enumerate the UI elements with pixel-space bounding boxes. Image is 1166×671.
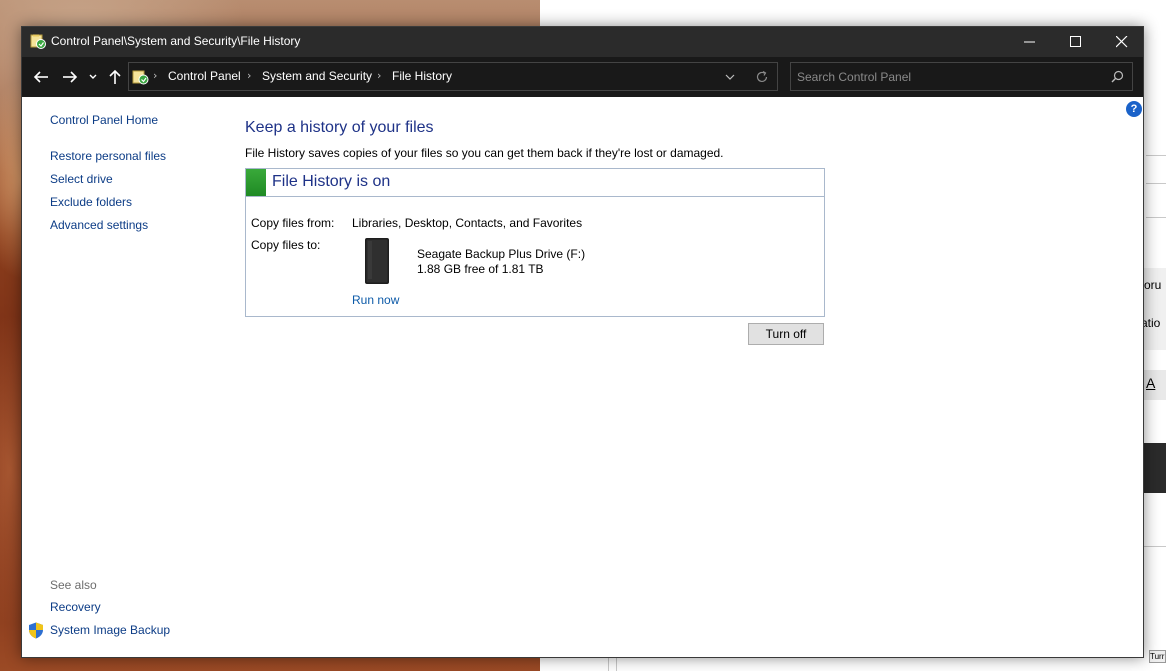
drive-name: Seagate Backup Plus Drive (F:) bbox=[417, 247, 586, 261]
close-icon bbox=[1116, 36, 1128, 48]
chevron-down-icon[interactable] bbox=[87, 68, 99, 86]
page-description: File History saves copies of your files … bbox=[245, 146, 724, 160]
refresh-icon[interactable] bbox=[755, 70, 769, 84]
breadcrumb-separator: › bbox=[153, 69, 158, 82]
breadcrumb-control-panel[interactable]: Control Panel bbox=[168, 69, 241, 83]
minimize-icon bbox=[1024, 41, 1035, 43]
drive-space: 1.88 GB free of 1.81 TB bbox=[417, 262, 544, 276]
status-panel: File History is on Copy files from: Libr… bbox=[245, 168, 825, 317]
search-box[interactable] bbox=[790, 62, 1133, 91]
window-title: Control Panel\System and Security\File H… bbox=[51, 34, 301, 48]
file-history-icon bbox=[30, 34, 46, 49]
arrow-up-icon[interactable] bbox=[106, 68, 124, 86]
breadcrumb-separator[interactable]: › bbox=[247, 69, 251, 82]
search-input[interactable] bbox=[797, 67, 1097, 87]
turn-off-button[interactable]: Turn off bbox=[748, 323, 824, 345]
bg-divider bbox=[1146, 155, 1166, 156]
copy-from-value: Libraries, Desktop, Contacts, and Favori… bbox=[352, 216, 583, 230]
control-panel-home-link[interactable]: Control Panel Home bbox=[50, 113, 158, 127]
arrow-left-icon[interactable] bbox=[32, 68, 50, 86]
page-title: Keep a history of your files bbox=[245, 119, 434, 136]
minimize-button[interactable] bbox=[1007, 27, 1053, 57]
copy-to-label: Copy files to: bbox=[251, 238, 321, 252]
maximize-icon bbox=[1070, 36, 1081, 47]
external-drive-icon bbox=[365, 238, 389, 284]
breadcrumb-file-history[interactable]: File History bbox=[392, 69, 452, 83]
file-history-window: Control Panel\System and Security\File H… bbox=[21, 26, 1144, 658]
copy-from-label: Copy files from: bbox=[251, 216, 335, 230]
bg-line bbox=[1144, 546, 1166, 547]
chevron-down-icon[interactable] bbox=[725, 73, 735, 81]
address-bar[interactable]: › Control Panel › System and Security › … bbox=[128, 62, 778, 91]
search-icon[interactable] bbox=[1111, 70, 1124, 83]
maximize-button[interactable] bbox=[1053, 27, 1099, 57]
shield-icon bbox=[29, 622, 43, 639]
breadcrumb-system-and-security[interactable]: System and Security bbox=[262, 69, 372, 83]
bg-button: Turr bbox=[1149, 650, 1166, 663]
bg-text-1: oru bbox=[1144, 278, 1162, 292]
title-bar[interactable]: Control Panel\System and Security\File H… bbox=[22, 27, 1143, 57]
restore-personal-files-link[interactable]: Restore personal files bbox=[50, 149, 166, 163]
close-button[interactable] bbox=[1099, 27, 1145, 57]
exclude-folders-link[interactable]: Exclude folders bbox=[50, 195, 132, 209]
bg-dark-strip bbox=[1144, 443, 1166, 493]
status-title: File History is on bbox=[272, 173, 391, 190]
bg-panel bbox=[1146, 183, 1166, 218]
system-image-backup-link[interactable]: System Image Backup bbox=[50, 623, 170, 637]
run-now-link[interactable]: Run now bbox=[352, 293, 399, 307]
recovery-link[interactable]: Recovery bbox=[50, 600, 101, 614]
bg-font-icon: A bbox=[1146, 375, 1156, 391]
status-indicator bbox=[246, 169, 266, 196]
file-history-icon bbox=[132, 70, 149, 85]
status-header: File History is on bbox=[246, 169, 824, 197]
address-toolbar: › Control Panel › System and Security › … bbox=[22, 57, 1143, 97]
arrow-right-icon[interactable] bbox=[61, 68, 79, 86]
see-also-label: See also bbox=[50, 578, 97, 592]
advanced-settings-link[interactable]: Advanced settings bbox=[50, 218, 148, 232]
breadcrumb-separator[interactable]: › bbox=[377, 69, 381, 82]
select-drive-link[interactable]: Select drive bbox=[50, 172, 113, 186]
help-button[interactable]: ? bbox=[1126, 101, 1142, 117]
